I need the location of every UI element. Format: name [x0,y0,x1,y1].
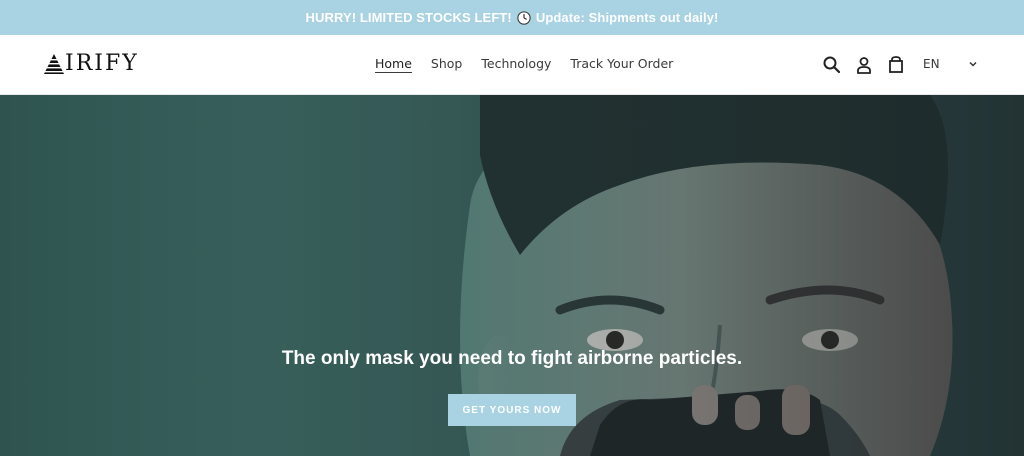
announcement-text-2: Update: Shipments out daily! [535,10,719,25]
hero-banner: The only mask you need to fight airborne… [0,95,1024,456]
main-nav: Home Shop Technology Track Your Order [375,56,692,73]
nav-track-your-order[interactable]: Track Your Order [570,56,673,73]
language-label: EN [923,57,940,71]
nav-technology[interactable]: Technology [481,56,551,73]
search-icon[interactable] [822,55,842,75]
header-icons [822,55,918,75]
nav-home[interactable]: Home [375,56,412,73]
announcement-bar: HURRY! LIMITED STOCKS LEFT! Update: Ship… [0,0,1024,35]
logo-mark-icon [43,54,65,74]
hero-caption: The only mask you need to fight airborne… [281,348,743,369]
nav-shop[interactable]: Shop [431,56,462,73]
cart-icon[interactable] [886,55,906,75]
language-selector[interactable]: EN [923,57,978,71]
clock-icon [517,10,531,25]
site-header: IRIFY Home Shop Technology Track Your Or… [0,35,1024,95]
get-yours-now-button[interactable]: GET YOURS NOW [448,394,576,426]
logo-text: IRIFY [65,51,139,76]
logo[interactable]: IRIFY [43,52,139,76]
announcement-text-1: HURRY! LIMITED STOCKS LEFT! [305,10,512,25]
chevron-down-icon [969,61,977,67]
account-icon[interactable] [854,55,874,75]
